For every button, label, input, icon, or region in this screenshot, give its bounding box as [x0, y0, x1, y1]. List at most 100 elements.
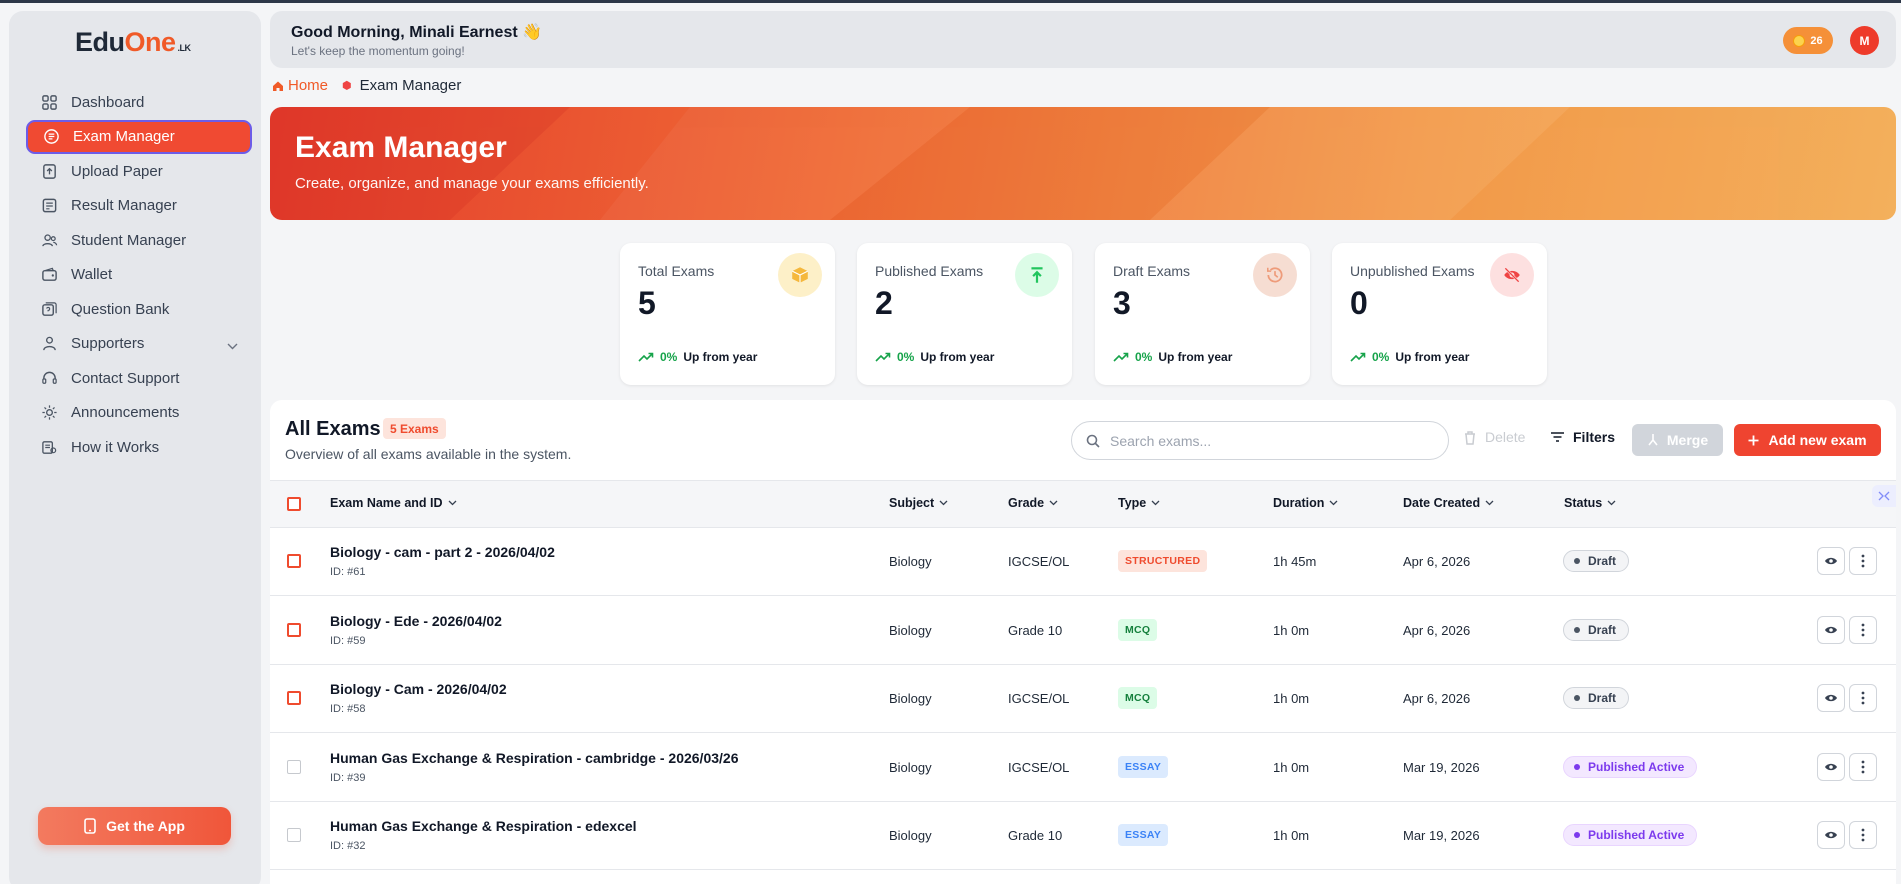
sidebar-item-dashboard[interactable]: Dashboard: [26, 85, 252, 119]
table-row[interactable]: Biology - Ede - 2026/04/02 ID: #59 Biolo…: [270, 597, 1896, 665]
exam-id: ID: #61: [330, 566, 366, 578]
logo[interactable]: EduOne .LK: [75, 27, 191, 58]
sidebar-item-label: Student Manager: [71, 231, 187, 249]
sidebar-item-question-bank[interactable]: Question Bank: [26, 292, 252, 326]
chevron-down-icon[interactable]: [227, 337, 238, 354]
greeting-subtitle: Let's keep the momentum going!: [291, 44, 465, 58]
stat-label: Total Exams: [638, 263, 715, 279]
exam-id: ID: #58: [330, 703, 366, 715]
exam-grade: Grade 10: [1008, 828, 1063, 843]
more-options-button[interactable]: [1849, 615, 1877, 644]
history-icon: [1253, 253, 1297, 297]
row-checkbox[interactable]: [287, 759, 301, 774]
stat-card-draft-exams: Draft Exams 3 0% Up from year: [1095, 243, 1310, 385]
column-header-exam-name-and-id[interactable]: Exam Name and ID: [330, 496, 457, 510]
phone-icon: [84, 818, 96, 834]
wallet-icon: [41, 266, 58, 283]
column-header-type[interactable]: Type: [1118, 496, 1160, 510]
sidebar-item-supporters[interactable]: Supporters: [26, 327, 252, 361]
view-exam-button[interactable]: [1817, 615, 1845, 644]
top-header: Good Morning, Minali Earnest 👋 Let's kee…: [270, 11, 1896, 68]
sidebar-item-student-manager[interactable]: Student Manager: [26, 223, 252, 257]
sidebar-item-upload-paper[interactable]: Upload Paper: [26, 154, 252, 188]
search-input[interactable]: [1110, 432, 1410, 449]
exam-name[interactable]: Biology - Cam - 2026/04/02: [330, 681, 507, 697]
row-checkbox[interactable]: [287, 828, 301, 842]
row-checkbox[interactable]: [287, 554, 301, 568]
view-exam-button[interactable]: [1817, 547, 1845, 575]
view-exam-button[interactable]: [1817, 752, 1845, 781]
table-row[interactable]: Human Gas Exchange & Respiration - edexc…: [270, 802, 1896, 870]
stat-trend-text: Up from year: [1158, 350, 1233, 364]
sidebar: EduOne .LK Dashboard Exam Manager Upload …: [9, 11, 261, 884]
banner-pattern: [270, 107, 1896, 220]
table-row[interactable]: Biology - cam - part 2 - 2026/04/02 ID: …: [270, 528, 1896, 596]
stat-trend: 0% Up from year: [875, 350, 994, 364]
breadcrumb-home[interactable]: Home: [272, 77, 328, 94]
exam-date-created: Apr 6, 2026: [1403, 691, 1471, 706]
column-header-grade[interactable]: Grade: [1008, 496, 1058, 510]
status-badge: Draft: [1563, 550, 1630, 572]
merge-button[interactable]: Merge: [1632, 424, 1723, 456]
view-exam-button[interactable]: [1817, 684, 1845, 712]
supporters-icon: [41, 335, 58, 352]
sidebar-item-label: Announcements: [71, 404, 180, 421]
row-checkbox[interactable]: [287, 622, 301, 637]
exam-duration: 1h 0m: [1273, 622, 1310, 638]
get-the-app-button[interactable]: Get the App: [38, 807, 231, 845]
search-box[interactable]: [1071, 421, 1449, 460]
exam-name[interactable]: Human Gas Exchange & Respiration - cambr…: [330, 750, 738, 766]
table-row[interactable]: Biology - Cam - 2026/04/02 ID: #58 Biolo…: [270, 665, 1896, 733]
trend-up-icon: [875, 352, 891, 362]
delete-button[interactable]: Delete: [1463, 429, 1525, 445]
sidebar-item-contact-support[interactable]: Contact Support: [26, 361, 252, 395]
more-options-button[interactable]: [1849, 684, 1877, 712]
select-all-checkbox[interactable]: [287, 497, 301, 511]
sidebar-item-label: Question Bank: [71, 300, 170, 318]
stat-card-unpublished-exams: Unpublished Exams 0 0% Up from year: [1332, 243, 1547, 385]
avatar[interactable]: M: [1850, 26, 1879, 55]
column-header-subject[interactable]: Subject: [889, 496, 948, 510]
exam-subject: Biology: [889, 759, 932, 775]
exam-duration: 1h 0m: [1273, 759, 1310, 775]
greeting: Good Morning, Minali Earnest 👋: [291, 24, 543, 41]
stat-trend-text: Up from year: [1395, 350, 1470, 364]
exam-date-created: Mar 19, 2026: [1403, 828, 1480, 843]
coin-balance[interactable]: 26: [1783, 27, 1833, 54]
exam-name[interactable]: Biology - Ede - 2026/04/02: [330, 613, 502, 629]
exam-duration: 1h 45m: [1273, 554, 1317, 569]
exam-name[interactable]: Human Gas Exchange & Respiration - edexc…: [330, 818, 637, 834]
sort-chevron-icon: [939, 500, 948, 506]
sidebar-item-label: Result Manager: [71, 197, 177, 214]
exam-date-created: Apr 6, 2026: [1403, 622, 1471, 638]
sidebar-item-exam-manager[interactable]: Exam Manager: [26, 119, 252, 154]
sort-chevron-icon: [1485, 500, 1494, 506]
table-row[interactable]: Human Gas Exchange & Respiration - cambr…: [270, 734, 1896, 802]
more-options-button[interactable]: [1849, 821, 1877, 849]
column-header-status[interactable]: Status: [1564, 496, 1616, 510]
sidebar-item-how-it-works[interactable]: How it Works: [26, 430, 252, 464]
announcement-icon: [41, 404, 58, 421]
sidebar-item-label: Exam Manager: [73, 128, 175, 145]
exam-name[interactable]: Biology - cam - part 2 - 2026/04/02: [330, 544, 555, 560]
sidebar-item-announcements[interactable]: Announcements: [26, 396, 252, 430]
exam-grade: IGCSE/OL: [1008, 691, 1070, 706]
view-exam-button[interactable]: [1817, 821, 1845, 849]
row-checkbox[interactable]: [287, 691, 301, 705]
sidebar-item-wallet[interactable]: Wallet: [26, 258, 252, 292]
question-bank-icon: [41, 301, 58, 318]
column-header-date-created[interactable]: Date Created: [1403, 496, 1494, 510]
upload-icon: [41, 163, 58, 180]
more-options-button[interactable]: [1849, 547, 1877, 575]
edge-collapse-tab[interactable]: [1872, 485, 1896, 507]
stat-trend-percent: 0%: [897, 350, 915, 364]
column-header-duration[interactable]: Duration: [1273, 496, 1338, 510]
stat-card-total-exams: Total Exams 5 0% Up from year: [620, 243, 835, 385]
page-banner: Exam Manager Create, organize, and manag…: [270, 107, 1896, 220]
filters-button[interactable]: Filters: [1550, 429, 1615, 445]
exams-subtitle: Overview of all exams available in the s…: [285, 446, 572, 462]
sidebar-item-result-manager[interactable]: Result Manager: [26, 189, 252, 223]
more-options-button[interactable]: [1849, 752, 1877, 781]
add-new-exam-button[interactable]: Add new exam: [1734, 424, 1881, 456]
status-dot-icon: [1574, 763, 1580, 770]
